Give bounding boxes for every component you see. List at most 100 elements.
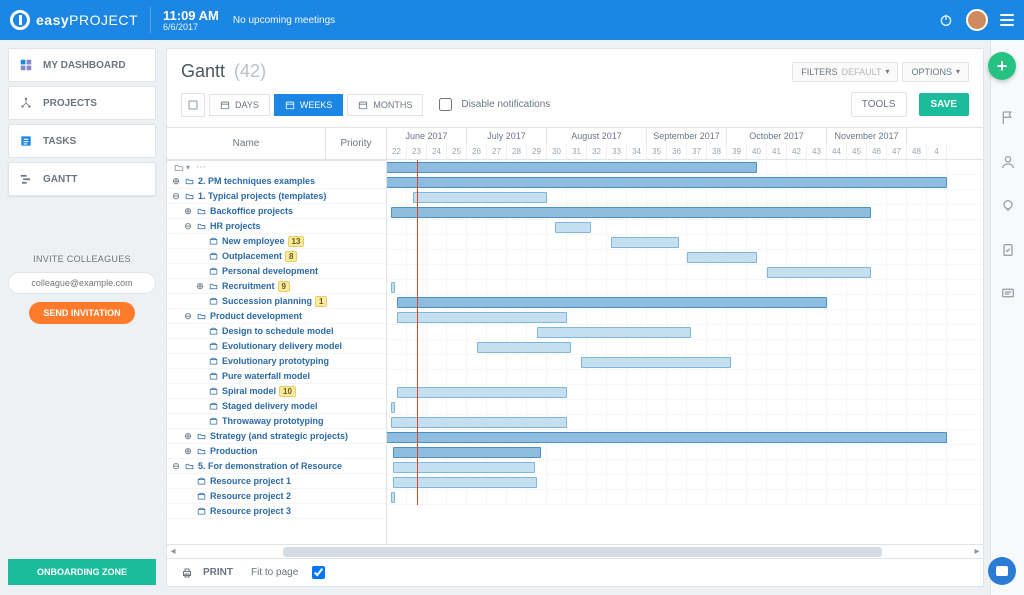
expander-icon[interactable]: ⊖ [171, 191, 181, 202]
options-dropdown[interactable]: OPTIONS ▾ [902, 62, 969, 82]
tree-row[interactable]: Succession planning1 [167, 294, 386, 309]
gantt-bar[interactable] [391, 492, 395, 503]
chart-row[interactable] [387, 355, 983, 370]
send-invitation-button[interactable]: SEND INVITATION [29, 302, 134, 324]
zoom-months-button[interactable]: MONTHS [347, 94, 423, 116]
bulb-icon[interactable] [1000, 198, 1016, 214]
gantt-bar[interactable] [393, 462, 535, 473]
nav-item-my-dashboard[interactable]: MY DASHBOARD [8, 48, 156, 82]
chart-row[interactable] [387, 400, 983, 415]
tree-row[interactable]: Design to schedule model [167, 324, 386, 339]
gantt-bar[interactable] [687, 252, 757, 263]
chart-row[interactable] [387, 415, 983, 430]
expander-icon[interactable]: ⊕ [183, 446, 193, 457]
comment-icon[interactable] [1000, 286, 1016, 302]
chart-row[interactable] [387, 160, 983, 175]
tree-row[interactable]: Spiral model10 [167, 384, 386, 399]
expander-icon[interactable]: ⊖ [183, 221, 193, 232]
chart-row[interactable] [387, 475, 983, 490]
chart-row[interactable] [387, 430, 983, 445]
tree-row[interactable]: ⊕Backoffice projects [167, 204, 386, 219]
tree-row[interactable]: ⊕Production [167, 444, 386, 459]
tree-row[interactable]: ⊖Product development [167, 309, 386, 324]
tree-row[interactable]: ⊖5. For demonstration of Resource [167, 459, 386, 474]
tools-button[interactable]: TOOLS [851, 92, 907, 117]
gantt-bar[interactable] [393, 477, 537, 488]
gantt-bar[interactable] [397, 312, 567, 323]
scroll-left-icon[interactable]: ◂ [167, 546, 179, 557]
tree-row[interactable]: Staged delivery model [167, 399, 386, 414]
column-header-name[interactable]: Name [167, 128, 326, 159]
scroll-right-icon[interactable]: ▸ [971, 546, 983, 557]
horizontal-scrollbar[interactable]: ◂ ▸ [167, 544, 983, 558]
tree-row[interactable]: ⊕2. PM techniques examples [167, 174, 386, 189]
chart-row[interactable] [387, 310, 983, 325]
chart-row[interactable] [387, 250, 983, 265]
tree-row[interactable]: Outplacement8 [167, 249, 386, 264]
tree-row[interactable]: Resource project 3 [167, 504, 386, 519]
disable-notifications-checkbox[interactable] [439, 98, 452, 111]
tree-row[interactable]: Evolutionary delivery model [167, 339, 386, 354]
tree-row[interactable]: New employee13 [167, 234, 386, 249]
save-button[interactable]: SAVE [919, 93, 970, 116]
clipboard-icon[interactable] [1000, 242, 1016, 258]
user-avatar[interactable] [966, 9, 988, 31]
collapse-all-button[interactable] [181, 93, 205, 117]
tree-row[interactable]: ⊕Strategy (and strategic projects) [167, 429, 386, 444]
expander-icon[interactable]: ⊖ [183, 311, 193, 322]
chart-row[interactable] [387, 325, 983, 340]
gantt-bar[interactable] [397, 387, 567, 398]
column-header-priority[interactable]: Priority [326, 128, 386, 159]
user-icon[interactable] [1000, 154, 1016, 170]
gantt-bar[interactable] [391, 207, 871, 218]
tree-row[interactable]: Resource project 2 [167, 489, 386, 504]
chart-row[interactable] [387, 340, 983, 355]
more-icon[interactable]: ⋯ [196, 162, 206, 173]
menu-icon[interactable] [1000, 14, 1014, 26]
expander-icon[interactable]: ⊕ [183, 206, 193, 217]
gantt-bar[interactable] [391, 402, 395, 413]
tree-row[interactable]: ⊖1. Typical projects (templates) [167, 189, 386, 204]
chart-row[interactable] [387, 295, 983, 310]
scrollbar-thumb[interactable] [283, 547, 882, 557]
expander-icon[interactable]: ⊕ [171, 176, 181, 187]
tree-row[interactable]: Personal development [167, 264, 386, 279]
tree-row[interactable]: Pure waterfall model [167, 369, 386, 384]
chart-row[interactable] [387, 280, 983, 295]
chart-row[interactable] [387, 190, 983, 205]
gantt-bar[interactable] [555, 222, 591, 233]
power-icon[interactable] [938, 12, 954, 28]
gantt-bar[interactable] [611, 237, 679, 248]
tree-row[interactable]: ⊖HR projects [167, 219, 386, 234]
flag-icon[interactable] [1000, 110, 1016, 126]
chart-row[interactable] [387, 445, 983, 460]
gantt-bar[interactable] [413, 192, 547, 203]
fit-to-page-checkbox[interactable] [312, 566, 325, 579]
brand-logo[interactable]: easyPROJECT [10, 10, 138, 30]
chart-row[interactable] [387, 460, 983, 475]
print-icon[interactable] [181, 567, 193, 579]
gantt-bar[interactable] [767, 267, 871, 278]
gantt-bar[interactable] [387, 162, 757, 173]
tree-row[interactable]: Evolutionary prototyping [167, 354, 386, 369]
gantt-bar[interactable] [537, 327, 691, 338]
zoom-days-button[interactable]: DAYS [209, 94, 270, 116]
gantt-chart[interactable]: June 2017July 2017August 2017September 2… [387, 128, 983, 544]
tree-row[interactable]: ⊕Recruitment9 [167, 279, 386, 294]
folder-icon[interactable] [173, 163, 185, 173]
chart-row[interactable] [387, 175, 983, 190]
expander-icon[interactable]: ⊖ [171, 461, 181, 472]
chart-row[interactable] [387, 235, 983, 250]
chart-row[interactable] [387, 385, 983, 400]
gantt-bar[interactable] [387, 177, 947, 188]
gantt-bar[interactable] [581, 357, 731, 368]
print-label[interactable]: PRINT [203, 567, 233, 578]
gantt-bar[interactable] [387, 432, 947, 443]
gantt-bar[interactable] [477, 342, 571, 353]
disable-notifications-toggle[interactable]: Disable notifications [435, 95, 550, 114]
add-fab[interactable]: + [988, 52, 1016, 80]
nav-item-tasks[interactable]: TASKS [8, 124, 156, 158]
chart-row[interactable] [387, 205, 983, 220]
expander-icon[interactable]: ⊕ [195, 281, 205, 292]
nav-item-gantt[interactable]: GANTT [8, 162, 156, 196]
